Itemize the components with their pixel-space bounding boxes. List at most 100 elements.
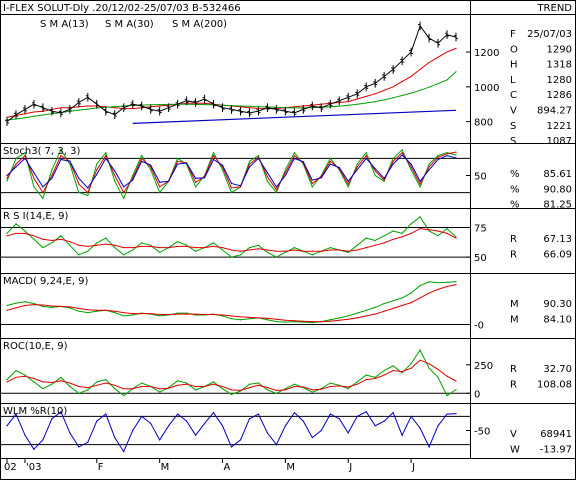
point-macd-1-21 [194,313,197,315]
point-roc-0-2 [24,374,26,376]
point-stoch-1-9 [87,192,89,194]
point-roc-0-17 [159,391,161,393]
point-price-0-6 [60,107,62,109]
point-wlm-0-41 [374,425,376,427]
point-roc-1-36 [329,385,331,388]
point-wlm-0-45 [410,415,412,417]
point-price-0-9 [87,105,89,107]
xtick-label-6: J [348,462,352,473]
point-price-1-12 [114,106,116,108]
point-stoch-0-12 [114,180,116,182]
point-stoch-0-36 [329,157,331,159]
point-wlm-0-19 [177,413,179,415]
point-stoch-0-38 [347,186,349,188]
point-rsi-0-10 [96,242,98,244]
point-roc-1-0 [6,381,8,383]
point-macd-1-41 [374,313,376,315]
point-rsi-1-43 [392,238,394,240]
stat-label-roc-0: R [510,364,517,375]
point-macd-0-50 [455,281,457,283]
point-stoch-2-14 [132,179,134,181]
point-wlm-0-33 [302,420,304,422]
point-stoch-1-34 [311,182,313,185]
point-macd-0-0 [6,304,8,307]
point-rsi-0-21 [194,250,197,252]
point-stoch-1-1 [15,163,17,165]
point-rsi-1-29 [266,249,269,251]
point-rsi-0-48 [437,235,439,237]
point-wlm-0-21 [194,434,197,436]
trend-label: TREND [536,3,572,14]
point-roc-0-42 [383,369,385,372]
point-rsi-1-6 [60,238,62,240]
point-wlm-0-47 [428,446,430,448]
point-macd-1-36 [329,320,331,322]
point-rsi-1-35 [320,250,322,252]
point-macd-1-44 [401,304,403,307]
point-rsi-1-41 [374,244,376,246]
point-roc-1-7 [69,382,71,384]
legend-2: S M A(200) [172,19,227,30]
point-roc-1-40 [365,379,367,381]
point-macd-0-49 [446,281,448,283]
point-roc-1-1 [15,376,17,378]
point-rsi-0-25 [230,256,233,258]
point-wlm-0-38 [347,432,349,434]
point-price-1-22 [203,103,206,106]
point-wlm-0-5 [51,418,53,420]
point-price-0-44 [401,81,403,83]
point-rsi-0-49 [446,228,448,230]
point-roc-0-27 [248,383,251,385]
point-roc-1-23 [212,383,215,385]
stat-label-stoch-2: % [510,200,520,211]
point-stoch-0-32 [293,152,295,154]
point-wlm-0-27 [248,418,251,420]
point-stoch-1-8 [78,183,80,185]
stat-value-stoch-0: 85.61 [543,169,572,180]
point-stoch-0-30 [275,192,277,194]
point-stoch-2-5 [51,177,53,179]
point-macd-0-17 [159,315,161,317]
point-stoch-2-42 [383,177,385,179]
point-stoch-1-50 [455,151,457,153]
point-roc-0-13 [123,394,125,397]
panel-title-stoch: Stoch3( 7, 3, 3) [3,146,80,157]
point-price-1-43 [392,97,394,99]
point-stoch-2-10 [96,173,98,175]
point-wlm-0-14 [132,429,134,432]
point-macd-1-7 [69,306,71,308]
point-stoch-2-12 [114,170,116,172]
point-macd-1-13 [123,312,125,314]
point-roc-0-30 [275,392,277,394]
point-roc-1-11 [105,382,107,384]
point-macd-0-41 [374,306,376,308]
point-roc-0-11 [105,379,107,381]
point-macd-0-45 [410,292,412,294]
point-roc-1-4 [42,381,44,383]
point-stoch-2-0 [6,174,8,177]
point-roc-0-25 [230,393,233,396]
point-roc-1-25 [230,389,233,391]
xtick-label-7: J [411,462,415,473]
point-roc-1-35 [320,388,322,390]
point-macd-0-38 [347,315,349,317]
point-wlm-0-42 [383,420,385,422]
point-stoch-1-0 [6,177,8,179]
point-rsi-0-38 [347,251,349,253]
point-roc-1-14 [132,388,134,390]
point-stoch-2-27 [248,166,251,168]
point-macd-1-18 [168,313,170,316]
ytick-label-rsi-1: 50 [474,253,487,264]
point-stoch-0-23 [212,152,215,154]
point-wlm-0-3 [33,448,35,450]
legend-1: S M A(30) [105,19,154,30]
point-rsi-1-47 [428,229,430,231]
point-wlm-0-30 [275,444,277,446]
point-macd-0-29 [266,319,269,321]
point-roc-1-48 [437,368,439,370]
point-stoch-2-18 [168,180,170,182]
point-rsi-1-11 [105,243,107,245]
point-macd-1-39 [356,317,358,319]
point-macd-1-34 [311,321,313,323]
point-price-0-40 [365,95,367,97]
